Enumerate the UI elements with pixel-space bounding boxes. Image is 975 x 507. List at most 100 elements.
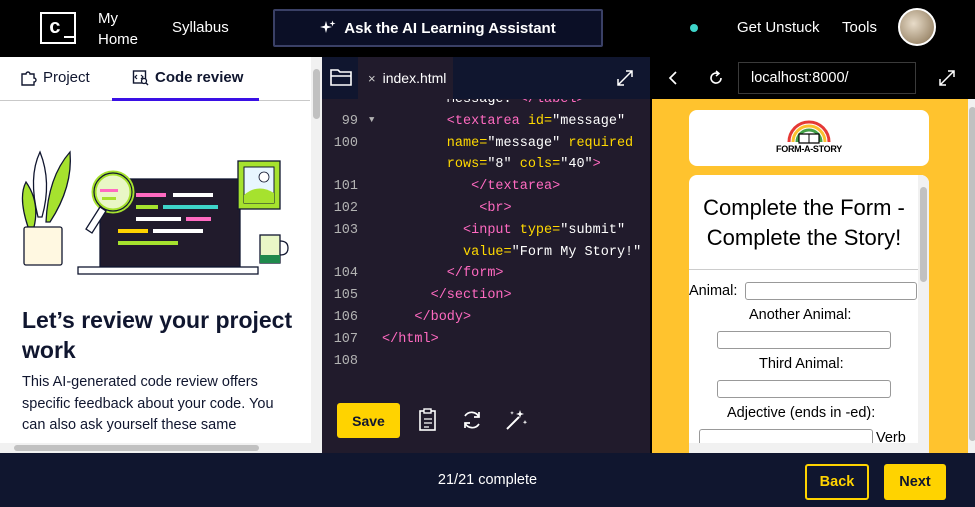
browser-preview-panel: localhost:8000/ FORM-A-STORY Complete th…	[650, 57, 975, 453]
code-line: value="Form My Story!" >	[382, 245, 650, 260]
code-token: id=	[527, 113, 553, 129]
another-animal-label: Another Animal:	[749, 307, 852, 323]
code-token: </label>	[519, 99, 585, 107]
line-number: 101	[333, 179, 358, 195]
panel-tabs: Project Code review	[0, 57, 310, 101]
folder-icon[interactable]	[330, 67, 352, 87]
preview-scrollbar[interactable]	[968, 99, 975, 453]
back-arrow-icon[interactable]	[666, 70, 680, 86]
code-token: "submit"	[560, 222, 626, 238]
form-scrollbar[interactable]	[918, 175, 929, 453]
codecademy-logo[interactable]: c	[40, 12, 76, 44]
code-token: <br>	[382, 201, 512, 216]
close-tab-icon[interactable]: ×	[368, 71, 376, 86]
learning-panel: Project Code review Let’s review your pr…	[0, 57, 322, 453]
code-review-illustration	[21, 150, 289, 275]
code-token: Message:	[382, 99, 520, 107]
form-divider	[689, 269, 919, 270]
code-line: <br>	[382, 201, 512, 216]
code-token: </section>	[382, 288, 512, 304]
story-form: Complete the Form - Complete the Story! …	[689, 175, 929, 453]
animal-input[interactable]	[745, 282, 917, 300]
ai-button-label: Ask the AI Learning Assistant	[344, 19, 556, 37]
code-line: rows="8" cols="40">	[382, 157, 601, 172]
tab-project-label: Project	[43, 69, 90, 86]
file-tab-index-html[interactable]: × index.html	[358, 57, 453, 99]
left-panel-horizontal-scroll-thumb[interactable]	[14, 445, 259, 451]
url-bar[interactable]: localhost:8000/	[738, 62, 916, 94]
code-token: value=	[382, 244, 512, 260]
code-token: "Form My Story!"	[511, 244, 650, 260]
code-line: </html>	[382, 332, 439, 347]
code-line: </textarea>	[382, 179, 560, 194]
code-token: "40"	[560, 157, 593, 173]
code-line: </form>	[382, 266, 504, 281]
line-number: 106	[333, 310, 358, 325]
reload-icon[interactable]	[708, 70, 724, 86]
form-title: Complete the Form - Complete the Story!	[703, 195, 905, 250]
my-home-line-1: My	[98, 10, 118, 27]
back-button[interactable]: Back	[805, 464, 869, 500]
active-tab-indicator	[112, 98, 259, 101]
footer-bar: 21/21 complete Back Next	[0, 453, 975, 507]
tab-project[interactable]: Project	[20, 69, 90, 86]
puzzle-icon	[21, 71, 37, 86]
line-number: 103	[333, 222, 358, 238]
fold-arrow-icon[interactable]: ▼	[369, 115, 374, 125]
preview-scroll-thumb[interactable]	[969, 107, 975, 441]
code-editor-panel: × index.html Message: </label> 99 ▼ <texta…	[322, 57, 650, 453]
syllabus-link[interactable]: Syllabus	[172, 19, 229, 36]
form-horizontal-scrollbar[interactable]	[689, 443, 918, 453]
top-navigation-bar: c My Home Syllabus Ask the AI Learning A…	[0, 0, 975, 57]
brand-name: FORM-A-STORY	[776, 144, 842, 154]
refresh-icon[interactable]	[459, 407, 485, 433]
line-number: 102	[333, 201, 358, 216]
code-token: >	[592, 157, 601, 173]
third-animal-label: Third Animal:	[759, 356, 844, 372]
tools-link[interactable]: Tools	[842, 19, 877, 36]
code-token: <textarea	[382, 113, 528, 129]
logo-letter: c	[49, 17, 62, 40]
line-number: 99	[341, 113, 358, 129]
line-number: 107	[333, 331, 358, 347]
code-line: </body>	[382, 310, 471, 325]
code-token: </html>	[382, 331, 439, 347]
brand-header: FORM-A-STORY	[689, 110, 929, 166]
expand-editor-icon[interactable]	[616, 69, 634, 87]
logo-underscore	[64, 36, 74, 38]
line-number: 105	[333, 288, 358, 304]
clipboard-icon[interactable]	[415, 407, 441, 433]
code-line: name="message" required	[382, 136, 633, 151]
third-animal-input[interactable]	[717, 380, 891, 398]
code-review-icon	[132, 70, 149, 86]
editor-tab-bar: × index.html	[322, 57, 650, 99]
user-avatar[interactable]	[898, 8, 936, 46]
form-scroll-thumb[interactable]	[920, 187, 927, 282]
next-button[interactable]: Next	[884, 464, 946, 500]
code-line: Message: </label>	[382, 99, 585, 107]
code-line: <textarea id="message"	[382, 114, 625, 129]
sparkle-icon	[320, 20, 336, 33]
get-unstuck-link[interactable]: Get Unstuck	[737, 19, 820, 36]
editor-toolbar: Save	[322, 389, 650, 453]
adjective-label: Adjective (ends in -ed):	[727, 405, 876, 421]
code-token: type=	[519, 222, 561, 238]
my-home-link[interactable]: My Home	[98, 8, 138, 50]
left-panel-scrollbar[interactable]	[311, 57, 322, 453]
code-token: name=	[382, 135, 488, 151]
review-heading: Let’s review your project work	[22, 307, 293, 363]
left-panel-scroll-thumb[interactable]	[313, 69, 320, 119]
expand-preview-icon[interactable]	[938, 69, 956, 87]
code-token: <input	[382, 222, 520, 238]
ai-learning-assistant-button[interactable]: Ask the AI Learning Assistant	[273, 9, 603, 47]
save-button[interactable]: Save	[337, 403, 400, 438]
line-number: 100	[333, 135, 358, 151]
code-token: </textarea>	[382, 179, 561, 195]
magic-wand-icon[interactable]	[503, 407, 529, 433]
left-panel-horizontal-scrollbar[interactable]	[0, 443, 311, 453]
code-area[interactable]: Message: </label> 99 ▼ <textarea id="messa…	[322, 99, 650, 389]
my-home-line-2: Home	[98, 31, 139, 48]
another-animal-input[interactable]	[717, 331, 891, 349]
tab-code-review[interactable]: Code review	[132, 69, 243, 86]
code-token: rows=	[382, 157, 488, 173]
